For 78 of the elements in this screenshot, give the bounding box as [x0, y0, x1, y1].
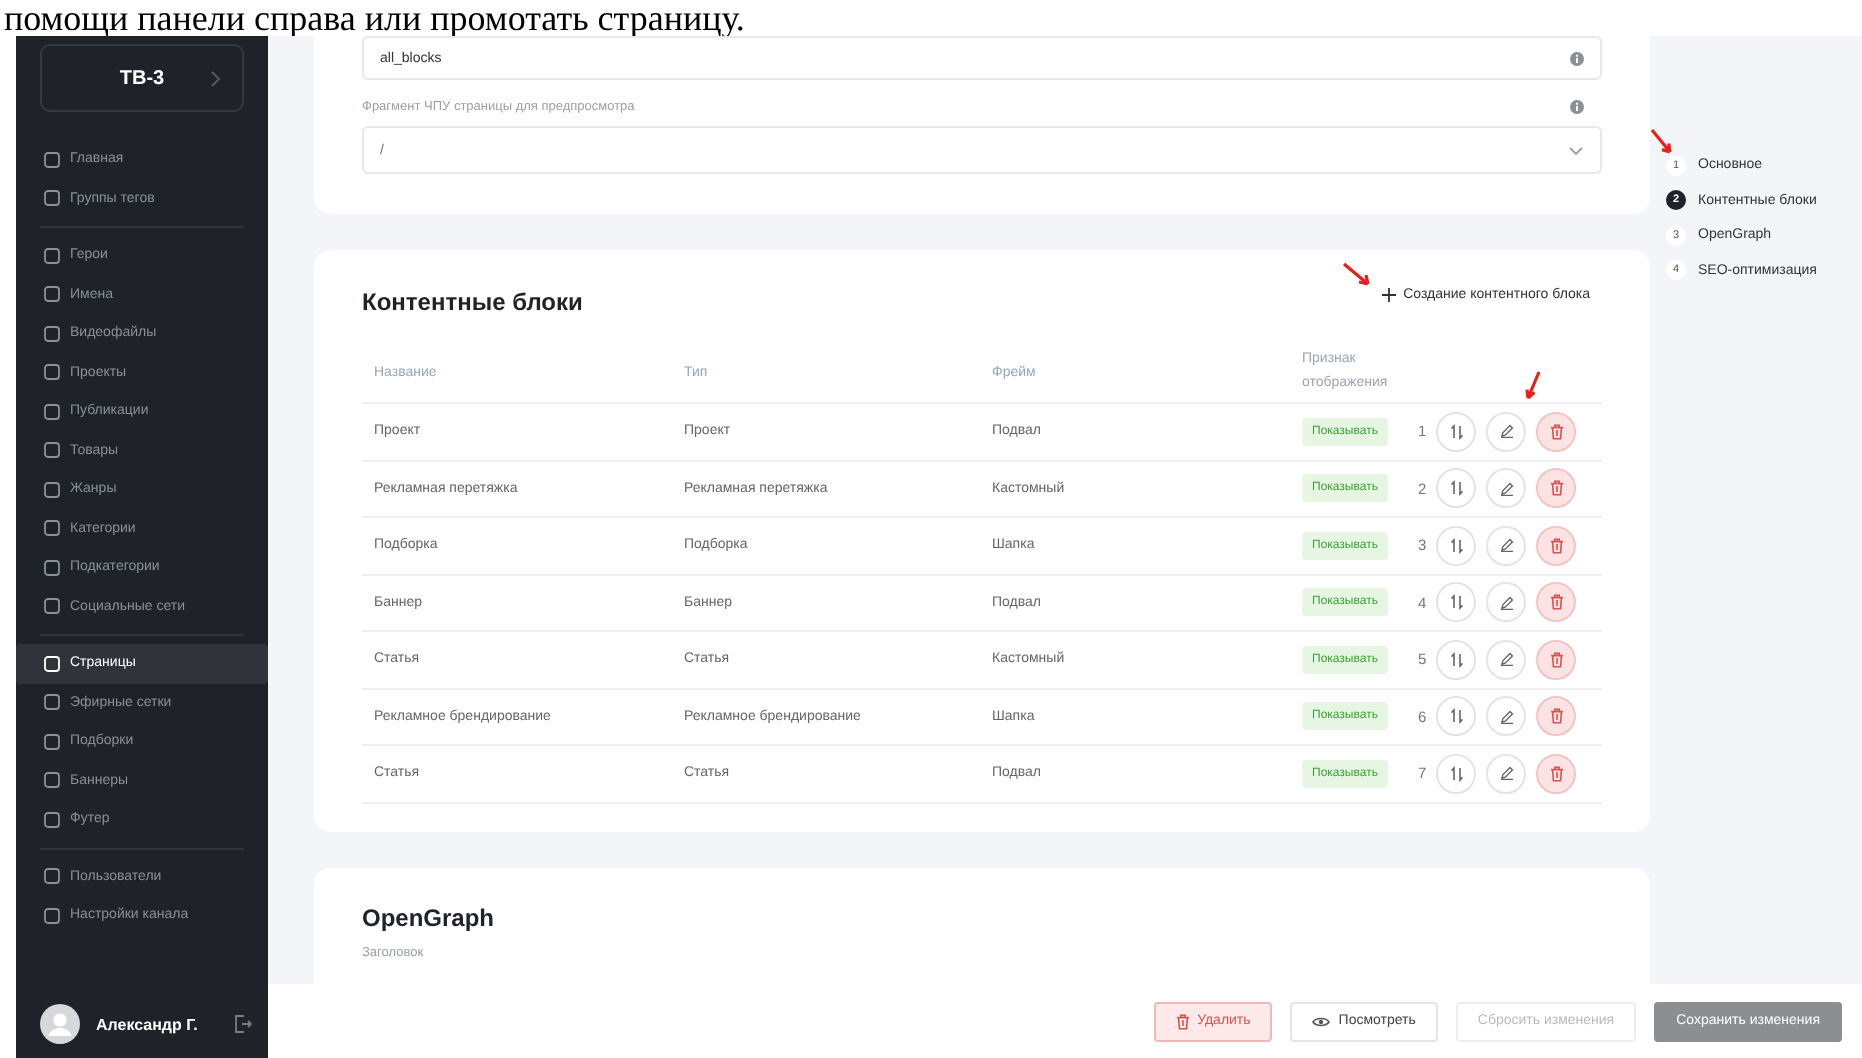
trash-icon	[1549, 423, 1564, 440]
edit-button[interactable]	[1486, 468, 1527, 509]
edit-button[interactable]	[1486, 753, 1527, 794]
edit-button[interactable]	[1486, 582, 1527, 623]
pencil-icon	[1499, 424, 1514, 439]
menu-icon	[44, 772, 60, 789]
reorder-button[interactable]	[1436, 696, 1477, 737]
menu-icon	[44, 190, 60, 207]
reorder-button[interactable]	[1436, 411, 1477, 452]
pencil-icon	[1499, 766, 1514, 781]
menu-icon	[44, 151, 60, 168]
menu-icon	[44, 733, 60, 750]
pencil-icon	[1499, 595, 1514, 610]
trash-icon	[1549, 594, 1564, 611]
sort-arrows-icon	[1449, 594, 1464, 611]
sort-arrows-icon	[1449, 537, 1464, 554]
annotation-arrow-icon	[1524, 370, 1542, 402]
menu-icon	[44, 403, 60, 420]
menu-icon	[44, 481, 60, 498]
edit-button[interactable]	[1486, 411, 1527, 452]
menu-icon	[44, 364, 60, 381]
reorder-button[interactable]	[1436, 639, 1477, 680]
sort-arrows-icon	[1449, 651, 1464, 668]
trash-icon	[1549, 708, 1564, 725]
menu-icon	[44, 811, 60, 828]
logout-icon[interactable]	[234, 1014, 252, 1034]
info-icon	[1570, 100, 1584, 114]
pencil-icon	[1499, 481, 1514, 496]
annotation-arrow-icon	[1650, 128, 1674, 156]
trash-icon	[1549, 537, 1564, 554]
reorder-button[interactable]	[1436, 525, 1477, 566]
reorder-button[interactable]	[1436, 582, 1477, 623]
user-name: Александр Г.	[96, 1015, 200, 1033]
chevron-down-icon	[1568, 145, 1584, 155]
menu-icon	[44, 559, 60, 576]
trash-icon	[1549, 651, 1564, 668]
eye-icon	[1312, 1015, 1331, 1027]
info-icon	[1570, 51, 1584, 65]
menu-icon	[44, 868, 60, 885]
project-switcher[interactable]: ТВ-3	[40, 44, 244, 112]
section-title: OpenGraph	[362, 903, 497, 931]
menu-icon	[44, 247, 60, 264]
sort-arrows-icon	[1449, 708, 1464, 725]
trash-icon	[1549, 765, 1564, 782]
delete-button[interactable]	[1536, 582, 1577, 623]
menu-icon	[44, 442, 60, 459]
annotation-arrow-icon	[1342, 262, 1374, 290]
trash-icon	[1175, 1013, 1190, 1029]
edit-button[interactable]	[1486, 639, 1527, 680]
sort-arrows-icon	[1449, 480, 1464, 497]
delete-button[interactable]	[1536, 411, 1577, 452]
pencil-icon	[1499, 652, 1514, 667]
trash-icon	[1549, 480, 1564, 497]
edit-button[interactable]	[1486, 696, 1527, 737]
menu-icon	[44, 694, 60, 711]
sort-arrows-icon	[1449, 423, 1464, 440]
caption-text: помощи панели справа или промотать страницу.	[2, 0, 747, 36]
chevron-right-icon	[210, 70, 222, 88]
reorder-button[interactable]	[1436, 468, 1477, 509]
sort-arrows-icon	[1449, 765, 1464, 782]
menu-icon	[44, 286, 60, 303]
reorder-button[interactable]	[1436, 753, 1477, 794]
edit-button[interactable]	[1486, 525, 1527, 566]
menu-icon	[44, 598, 60, 615]
plus-icon	[1381, 287, 1396, 301]
delete-button[interactable]	[1536, 639, 1577, 680]
menu-icon	[44, 655, 60, 672]
delete-button[interactable]	[1536, 525, 1577, 566]
pencil-icon	[1499, 709, 1514, 724]
delete-button[interactable]	[1536, 696, 1577, 737]
delete-button[interactable]	[1536, 468, 1577, 509]
section-title: Контентные блоки	[362, 288, 583, 316]
menu-icon	[44, 520, 60, 537]
delete-button[interactable]	[1536, 753, 1577, 794]
avatar-icon	[40, 1004, 80, 1044]
menu-icon	[44, 325, 60, 342]
menu-icon	[44, 907, 60, 924]
pencil-icon	[1499, 538, 1514, 553]
